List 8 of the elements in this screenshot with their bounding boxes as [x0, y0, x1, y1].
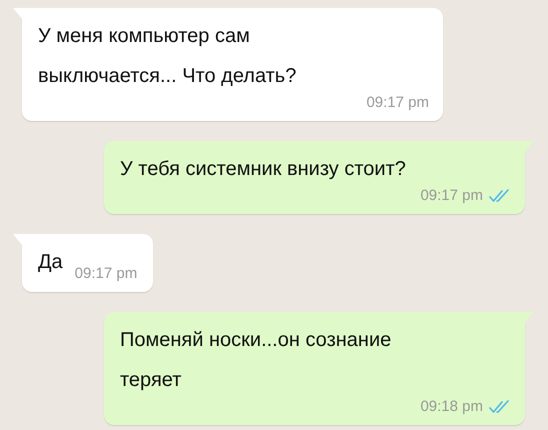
message-time: 09:17 pm: [366, 94, 429, 111]
message-time: 09:17 pm: [74, 265, 138, 282]
message-text: Да: [38, 250, 63, 275]
message-time: 09:18 pm: [420, 398, 483, 415]
message-text: У тебя системник внизу стоит?: [120, 157, 407, 182]
message-time: 09:17 pm: [420, 187, 483, 204]
message-text: У меня компьютер сам выключается... Что делать?: [38, 24, 298, 89]
message-text: Поменяй носки...он сознание теряет: [120, 328, 392, 393]
